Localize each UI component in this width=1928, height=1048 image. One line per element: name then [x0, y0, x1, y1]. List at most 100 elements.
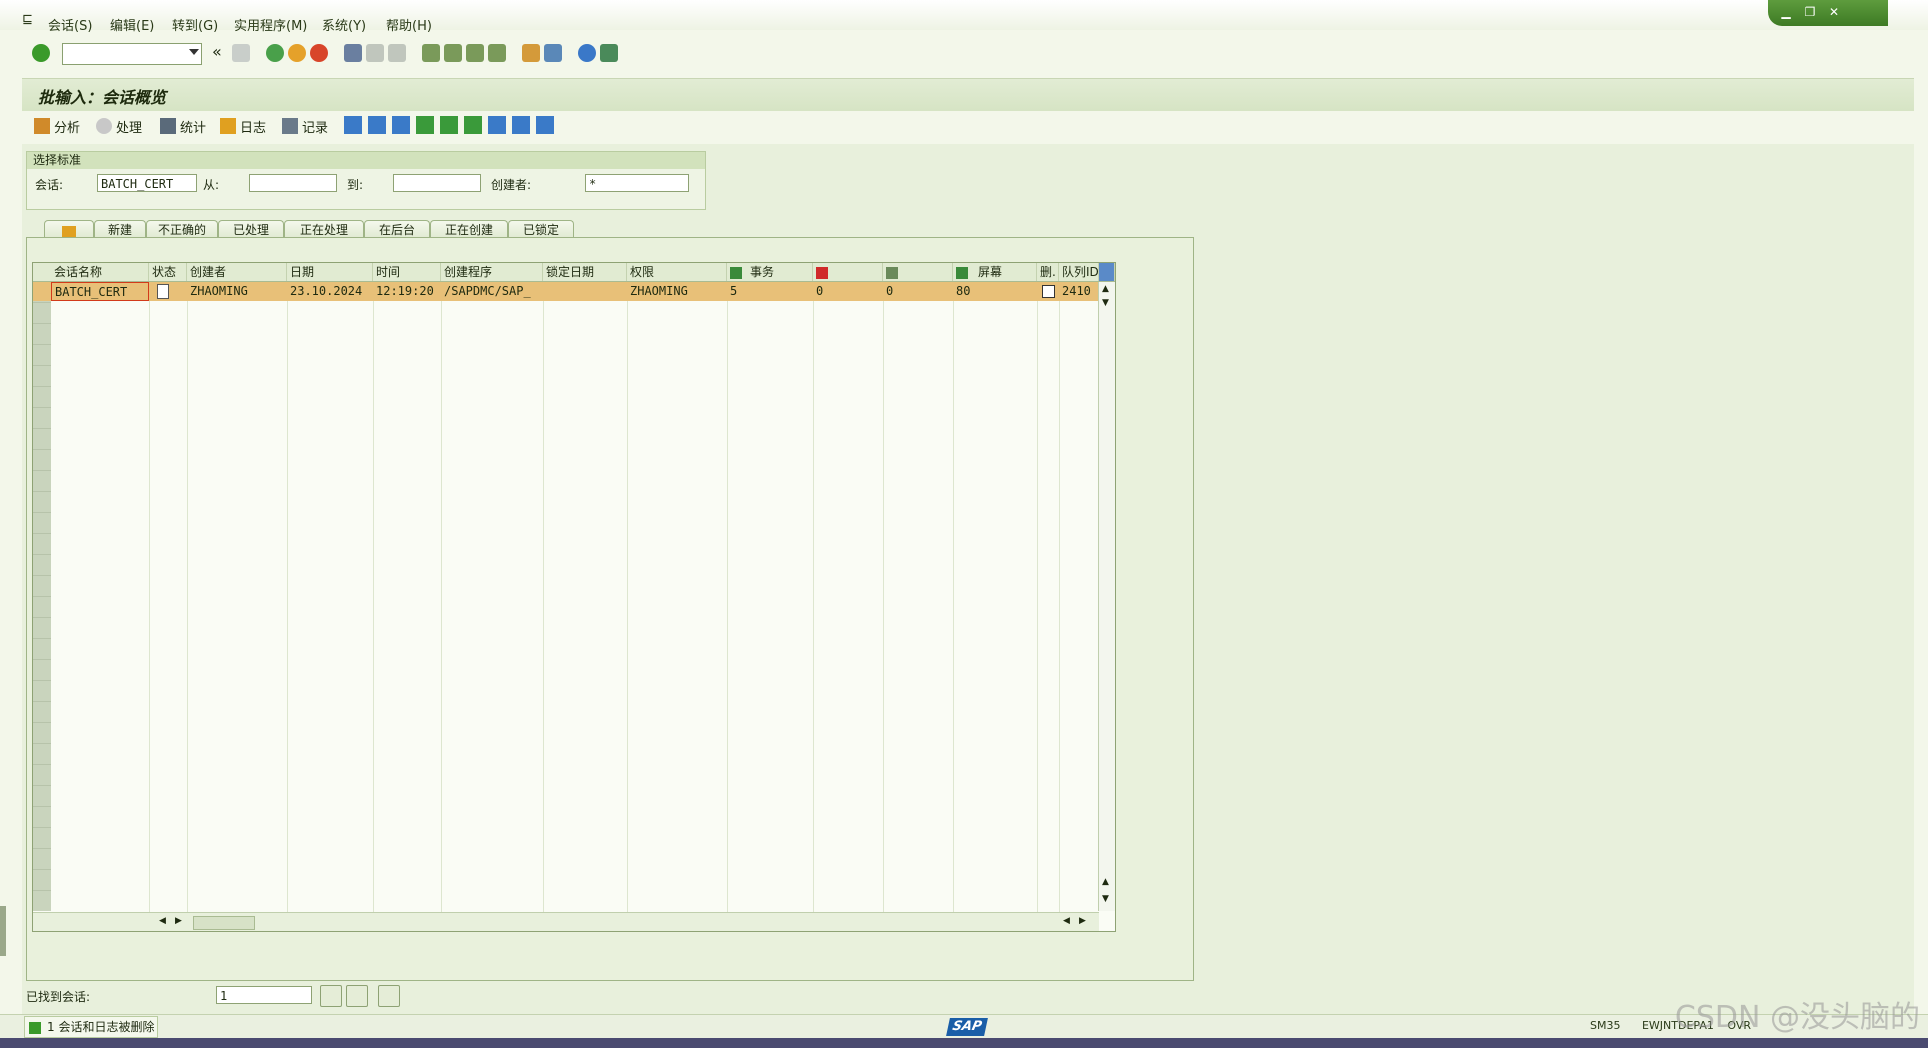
- column-header-processed[interactable]: [883, 263, 953, 281]
- row-selector-column[interactable]: [33, 282, 51, 911]
- to-date-input[interactable]: [393, 174, 481, 192]
- last-page-icon[interactable]: [488, 44, 506, 62]
- column-header-errors[interactable]: [813, 263, 883, 281]
- cell-session-name[interactable]: BATCH_CERT: [51, 282, 149, 301]
- menu-edit[interactable]: 编辑(E): [110, 15, 154, 34]
- cell-delete-checkbox[interactable]: [1037, 282, 1059, 301]
- column-header-program[interactable]: 创建程序: [441, 263, 543, 281]
- cell-processed[interactable]: 0: [883, 282, 953, 301]
- column-header-queue-id[interactable]: 队列ID: [1059, 263, 1099, 281]
- window-controls: ▁ ❐ ✕: [1768, 0, 1888, 26]
- flag-icon[interactable]: [416, 116, 434, 134]
- cell-authority[interactable]: ZHAOMING: [627, 282, 727, 301]
- log-icon: [220, 118, 236, 134]
- column-header-creator[interactable]: 创建者: [187, 263, 287, 281]
- scroll-down-icon[interactable]: ▼: [1102, 298, 1109, 308]
- column-header-status[interactable]: 状态: [149, 263, 187, 281]
- cancel-icon[interactable]: [310, 44, 328, 62]
- cell-program[interactable]: /SAPDMC/SAP_: [441, 282, 543, 301]
- status-message[interactable]: 1 会话和日志被删除: [24, 1016, 158, 1038]
- column-header-transactions[interactable]: 事务: [727, 263, 813, 281]
- scroll-right-icon[interactable]: ▶: [175, 916, 182, 926]
- table-row[interactable]: BATCH_CERT ZHAOMING 23.10.2024 12:19:20 …: [33, 282, 1099, 301]
- next-page-icon[interactable]: [466, 44, 484, 62]
- scroll-left-icon[interactable]: ◀: [1063, 916, 1070, 926]
- help-icon[interactable]: [578, 44, 596, 62]
- menu-goto[interactable]: 转到(G): [172, 15, 218, 34]
- menu-session[interactable]: 会话(S): [48, 15, 92, 34]
- process-button[interactable]: 处理: [96, 116, 142, 136]
- back-icon[interactable]: [266, 44, 284, 62]
- deselect-all-button[interactable]: [346, 985, 368, 1007]
- exit-icon[interactable]: [288, 44, 306, 62]
- restore-icon[interactable]: ❐: [1802, 4, 1818, 20]
- statistics-button[interactable]: 统计: [160, 116, 206, 136]
- session-input[interactable]: BATCH_CERT: [97, 174, 197, 192]
- find-next-icon[interactable]: [388, 44, 406, 62]
- scroll-left-icon[interactable]: ◀: [159, 916, 166, 926]
- column-header-session-name[interactable]: 会话名称: [51, 263, 149, 281]
- cell-lock-date[interactable]: [543, 282, 627, 301]
- cell-screens[interactable]: 80: [953, 282, 1037, 301]
- export-icon[interactable]: [488, 116, 506, 134]
- create-session-icon[interactable]: [522, 44, 540, 62]
- previous-page-icon[interactable]: [444, 44, 462, 62]
- minimize-icon[interactable]: ▁: [1778, 4, 1794, 20]
- layout-icon[interactable]: [600, 44, 618, 62]
- scroll-right-icon[interactable]: ▶: [1079, 916, 1086, 926]
- history-back-icon[interactable]: «: [212, 42, 222, 61]
- sort-icon[interactable]: [464, 116, 482, 134]
- log-button[interactable]: 日志: [220, 116, 266, 136]
- delete-icon[interactable]: [344, 116, 362, 134]
- chevron-down-icon[interactable]: [189, 49, 199, 55]
- analyze-icon: [34, 118, 50, 134]
- filter-icon[interactable]: [440, 116, 458, 134]
- column-header-time[interactable]: 时间: [373, 263, 441, 281]
- cell-transactions[interactable]: 5: [727, 282, 813, 301]
- checkmark-icon: [886, 266, 898, 279]
- cell-queue-id[interactable]: 2410: [1059, 282, 1099, 301]
- checkbox-checked-icon[interactable]: [1042, 285, 1055, 298]
- column-header-lock-date[interactable]: 锁定日期: [543, 263, 627, 281]
- layout-settings-icon[interactable]: [1099, 263, 1115, 281]
- analyze-button[interactable]: 分析: [34, 116, 80, 136]
- column-header-date[interactable]: 日期: [287, 263, 373, 281]
- session-menu-icon[interactable]: ⊑: [22, 12, 33, 27]
- save-icon[interactable]: [232, 44, 250, 62]
- record-button[interactable]: 记录: [282, 116, 328, 136]
- scroll-down-icon[interactable]: ▼: [1102, 894, 1109, 904]
- status-bar: 1 会话和日志被删除 SAP SM35 EWJNTDEPA1 OVR: [0, 1014, 1928, 1039]
- select-all-button[interactable]: [320, 985, 342, 1007]
- statistics-icon: [160, 118, 176, 134]
- cell-time[interactable]: 12:19:20: [373, 282, 441, 301]
- lock-icon[interactable]: [368, 116, 386, 134]
- close-icon[interactable]: ✕: [1826, 4, 1842, 20]
- info-icon[interactable]: [536, 116, 554, 134]
- horizontal-scrollbar[interactable]: ◀ ▶ ◀ ▶: [33, 912, 1099, 931]
- column-header-authority[interactable]: 权限: [627, 263, 727, 281]
- refresh-icon[interactable]: [512, 116, 530, 134]
- menu-utilities[interactable]: 实用程序(M): [234, 15, 307, 34]
- unlock-icon[interactable]: [392, 116, 410, 134]
- print-icon[interactable]: [344, 44, 362, 62]
- cell-creator[interactable]: ZHAOMING: [187, 282, 287, 301]
- shortcut-icon[interactable]: [544, 44, 562, 62]
- creator-input[interactable]: *: [585, 174, 689, 192]
- command-field[interactable]: [62, 43, 202, 65]
- cell-date[interactable]: 23.10.2024: [287, 282, 373, 301]
- enter-icon[interactable]: [32, 44, 50, 62]
- first-page-icon[interactable]: [422, 44, 440, 62]
- column-header-delete[interactable]: 删.: [1037, 263, 1059, 281]
- find-icon[interactable]: [366, 44, 384, 62]
- from-date-input[interactable]: [249, 174, 337, 192]
- cell-errors[interactable]: 0: [813, 282, 883, 301]
- scrollbar-thumb[interactable]: [193, 916, 255, 930]
- menu-help[interactable]: 帮助(H): [386, 15, 432, 34]
- column-header-screens[interactable]: 屏幕: [953, 263, 1037, 281]
- vertical-scrollbar[interactable]: ▲ ▼ ▲ ▼: [1098, 282, 1115, 911]
- cell-status[interactable]: [149, 282, 187, 301]
- scroll-up-icon[interactable]: ▲: [1102, 877, 1109, 887]
- menu-system[interactable]: 系统(Y): [322, 15, 366, 34]
- detail-button[interactable]: [378, 985, 400, 1007]
- scroll-up-icon[interactable]: ▲: [1102, 284, 1109, 294]
